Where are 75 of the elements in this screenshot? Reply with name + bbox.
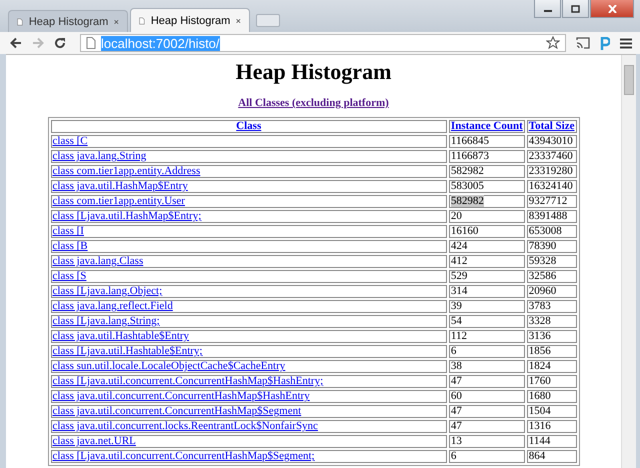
- table-cell: 20960: [526, 285, 576, 298]
- table-cell: 1144: [526, 435, 576, 448]
- column-header-link[interactable]: Instance Count: [450, 120, 523, 132]
- table-cell: 8391488: [526, 210, 576, 223]
- close-window-button[interactable]: [590, 0, 634, 18]
- table-cell: 3783: [526, 300, 576, 313]
- table-cell: 424: [448, 240, 525, 253]
- table-cell: 13: [448, 435, 525, 448]
- table-cell: 54: [448, 315, 525, 328]
- table-cell: 16160: [448, 225, 525, 238]
- table-cell: 412: [448, 255, 525, 268]
- table-cell: 6: [448, 345, 525, 358]
- table-cell: 59328: [526, 255, 576, 268]
- table-cell: 47: [448, 420, 525, 433]
- class-link[interactable]: class java.net.URL: [52, 435, 136, 447]
- class-link[interactable]: class [S: [52, 270, 86, 282]
- table-cell: 47: [448, 405, 525, 418]
- table-cell: 864: [526, 450, 576, 463]
- tab-title: Heap Histogram: [150, 14, 230, 26]
- table-cell: 1680: [526, 390, 576, 403]
- close-icon[interactable]: [236, 16, 241, 24]
- minimize-button[interactable]: [534, 0, 561, 18]
- table-cell: 314: [448, 285, 525, 298]
- table-cell: 20: [448, 210, 525, 223]
- column-header-link[interactable]: Total Size: [528, 120, 574, 132]
- table-cell: 529: [448, 270, 525, 283]
- browser-tab[interactable]: Heap Histogram: [8, 10, 128, 32]
- extension-icon[interactable]: [600, 36, 610, 50]
- subtitle-link[interactable]: All Classes (excluding platform): [238, 97, 389, 109]
- class-link[interactable]: class [I: [52, 225, 84, 237]
- page-icon: [139, 14, 145, 26]
- table-cell: 1760: [526, 375, 576, 388]
- tab-title: Heap Histogram: [28, 16, 108, 28]
- class-link[interactable]: class [B: [52, 240, 88, 252]
- table-cell: 16324140: [526, 180, 576, 193]
- table-cell: 43943010: [526, 135, 576, 148]
- table-cell: 23337460: [526, 150, 576, 163]
- browser-tab[interactable]: Heap Histogram: [130, 8, 250, 32]
- table-cell: 38: [448, 360, 525, 373]
- class-link[interactable]: class [C: [52, 135, 88, 147]
- page-icon: [86, 37, 96, 49]
- table-cell: 653008: [526, 225, 576, 238]
- close-icon[interactable]: [114, 18, 119, 26]
- close-icon: [608, 4, 616, 12]
- table-cell: 47: [448, 375, 525, 388]
- table-cell: 582982: [448, 195, 525, 208]
- column-header-link[interactable]: Class: [236, 120, 262, 132]
- table-cell: 1316: [526, 420, 576, 433]
- table-cell: 112: [448, 330, 525, 343]
- scrollbar[interactable]: [621, 55, 636, 468]
- table-cell: 39: [448, 300, 525, 313]
- maximize-button[interactable]: [562, 0, 589, 18]
- table-cell: 1166873: [448, 150, 525, 163]
- table-cell: 23319280: [526, 165, 576, 178]
- maximize-icon: [571, 4, 580, 12]
- table-cell: 9327712: [526, 195, 576, 208]
- menu-icon[interactable]: [620, 38, 632, 48]
- page-heading: Heap Histogram: [236, 59, 392, 85]
- back-icon[interactable]: [10, 37, 22, 49]
- table-cell: 1504: [526, 405, 576, 418]
- table-cell: 60: [448, 390, 525, 403]
- table-cell: 6: [448, 450, 525, 463]
- table-cell: 1856: [526, 345, 576, 358]
- table-cell: 1824: [526, 360, 576, 373]
- page-icon: [17, 16, 23, 28]
- table-cell: 1166845: [448, 135, 525, 148]
- table-cell: 3328: [526, 315, 576, 328]
- table-cell: 32586: [526, 270, 576, 283]
- table-cell: 583005: [448, 180, 525, 193]
- table-cell: 582982: [448, 165, 525, 178]
- table-cell: 78390: [526, 240, 576, 253]
- table-cell: 3136: [526, 330, 576, 343]
- star-icon[interactable]: [546, 36, 560, 50]
- cast-icon[interactable]: [576, 37, 590, 49]
- reload-icon[interactable]: [54, 37, 66, 49]
